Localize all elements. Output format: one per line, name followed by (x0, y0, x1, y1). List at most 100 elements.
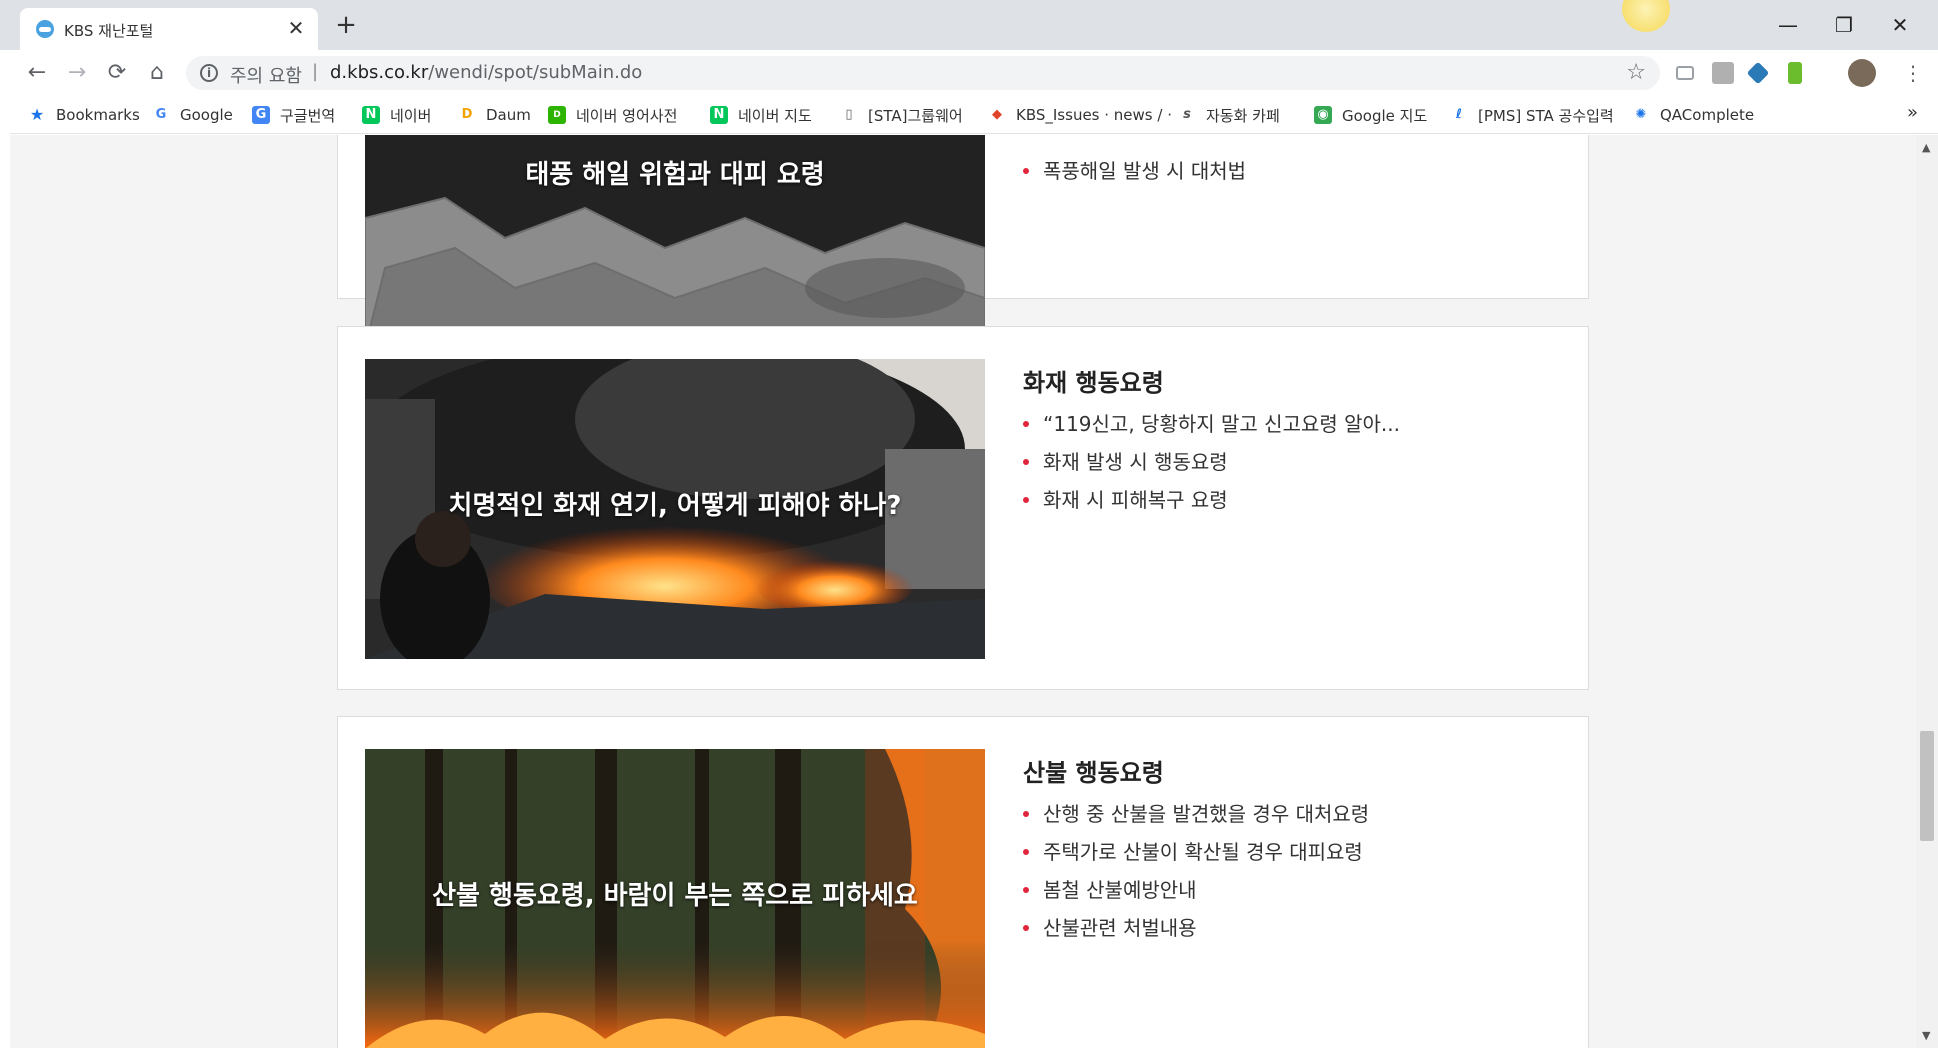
link-text[interactable]: 화재 시 피해복구 요령 (1043, 488, 1228, 512)
sun-decoration-icon (1622, 0, 1670, 32)
site-info-icon[interactable]: i (200, 64, 218, 82)
list-item[interactable]: “119신고, 당황하지 말고 신고요령 알아... (1023, 405, 1400, 443)
page-viewport: 태풍 해일 위험과 대피 요령 폭풍해일 발생 시 대처법 치명적인 화재 연기… (10, 135, 1916, 1048)
bookmark-star-icon[interactable]: ☆ (1626, 60, 1646, 85)
list-item[interactable]: 봄철 산불예방안내 (1023, 871, 1369, 909)
naver-icon: N (362, 106, 380, 124)
extension-arrows-icon[interactable] (1746, 61, 1770, 85)
omnibox-separator: | (312, 61, 319, 82)
bookmark-google[interactable]: G Google (152, 104, 233, 126)
home-button[interactable]: ⌂ (142, 58, 172, 88)
link-text[interactable]: 화재 발생 시 행동요령 (1043, 450, 1228, 474)
bookmark-sta-groupware[interactable]: ▯ [STA]그룹웨어 (840, 104, 963, 126)
scroll-down-arrow-icon[interactable]: ▼ (1922, 1029, 1930, 1042)
page-scrollbar[interactable]: ▲ ▼ (1916, 135, 1938, 1048)
pms-icon: ℓ (1455, 107, 1463, 122)
fire-card: 치명적인 화재 연기, 어떻게 피해야 하나? 화재 행동요령 “119신고, … (337, 326, 1589, 690)
bullet-icon (1023, 167, 1029, 174)
bookmark-label: 네이버 영어사전 (576, 106, 678, 125)
restore-button[interactable]: ❐ (1824, 10, 1864, 40)
bullet-icon (1023, 848, 1029, 855)
minimize-button[interactable]: — (1768, 10, 1808, 40)
scrollbar-thumb[interactable] (1920, 731, 1934, 841)
reload-button[interactable]: ⟳ (102, 58, 132, 88)
bookmark-label: Google (180, 106, 233, 124)
bookmark-kbs-issues[interactable]: ◆ KBS_Issues · news / · (988, 104, 1172, 126)
tab-strip: KBS 재난포털 ✕ + — ❐ ✕ (0, 0, 1938, 50)
fire-link-list: “119신고, 당황하지 말고 신고요령 알아... 화재 발생 시 행동요령 … (1023, 405, 1400, 519)
url-text[interactable]: d.kbs.co.kr/wendi/spot/subMain.do (330, 62, 642, 83)
typhoon-caption: 태풍 해일 위험과 대피 요령 (525, 160, 825, 190)
forward-button[interactable]: → (62, 58, 92, 88)
bookmark-naver-map[interactable]: N 네이버 지도 (710, 104, 812, 126)
forest-fire-link-list: 산행 중 산불을 발견했을 경우 대처요령 주택가로 산불이 확산될 경우 대피… (1023, 795, 1369, 947)
bookmark-pms[interactable]: ℓ [PMS] STA 공수입력 (1450, 104, 1614, 126)
back-button[interactable]: ← (22, 58, 52, 88)
list-item[interactable]: 산행 중 산불을 발견했을 경우 대처요령 (1023, 795, 1369, 833)
list-item[interactable]: 화재 시 피해복구 요령 (1023, 481, 1400, 519)
tab-close-icon[interactable]: ✕ (284, 16, 308, 40)
bookmark-google-translate[interactable]: G 구글번역 (252, 104, 335, 126)
bookmark-label: [STA]그룹웨어 (868, 106, 963, 125)
new-tab-button[interactable]: + (332, 12, 360, 40)
naver-dict-icon: D (548, 106, 566, 124)
bookmark-label: Daum (486, 106, 531, 124)
link-text[interactable]: 폭풍해일 발생 시 대처법 (1043, 159, 1246, 183)
typhoon-link-list: 폭풍해일 발생 시 대처법 (1023, 152, 1246, 190)
url-host: d.kbs.co.kr (330, 62, 429, 83)
forest-fire-card: 산불 행동요령, 바람이 부는 쪽으로 피하세요 산불 행동요령 산행 중 산불… (337, 716, 1589, 1048)
chrome-menu-icon[interactable]: ⋮ (1898, 58, 1928, 88)
link-text[interactable]: “119신고, 당황하지 말고 신고요령 알아... (1043, 412, 1400, 436)
bookmarks-bar: ★ Bookmarks G Google G 구글번역 N 네이버 D Daum D 네이버… (10, 96, 1938, 134)
close-window-button[interactable]: ✕ (1880, 10, 1920, 40)
bullet-icon (1023, 458, 1029, 465)
bookmark-label: [PMS] STA 공수입력 (1478, 106, 1614, 125)
bookmark-label: Bookmarks (56, 106, 140, 124)
bookmark-google-maps[interactable]: ◉ Google 지도 (1314, 104, 1427, 126)
page-icon: ▯ (845, 107, 853, 122)
forest-fire-heading[interactable]: 산불 행동요령 (1023, 753, 1164, 788)
security-warning-label[interactable]: 주의 요함 (230, 62, 302, 88)
naver-map-icon: N (710, 106, 728, 124)
forest-fire-thumbnail[interactable]: 산불 행동요령, 바람이 부는 쪽으로 피하세요 (365, 749, 985, 1048)
tab-title: KBS 재난포털 (64, 22, 154, 40)
bullet-icon (1023, 420, 1029, 427)
gitlab-icon: ◆ (992, 107, 1002, 122)
sta-icon: s (1183, 107, 1191, 122)
bookmark-qacomplete[interactable]: ✺ QAComplete (1632, 104, 1755, 126)
extension-screen-icon[interactable] (1676, 66, 1694, 80)
scroll-up-arrow-icon[interactable]: ▲ (1922, 141, 1930, 154)
tab-kbs-disaster-portal[interactable]: KBS 재난포털 ✕ (20, 8, 318, 50)
extension-green-icon[interactable] (1788, 62, 1802, 84)
list-item[interactable]: 주택가로 산불이 확산될 경우 대피요령 (1023, 833, 1369, 871)
bookmark-bookmarks[interactable]: ★ Bookmarks (28, 104, 140, 126)
google-translate-icon: G (252, 106, 270, 124)
fire-caption: 치명적인 화재 연기, 어떻게 피해야 하나? (448, 491, 902, 521)
profile-avatar-icon[interactable] (1848, 59, 1876, 87)
link-text[interactable]: 주택가로 산불이 확산될 경우 대피요령 (1043, 840, 1363, 864)
link-text[interactable]: 봄철 산불예방안내 (1043, 878, 1197, 902)
link-text[interactable]: 산행 중 산불을 발견했을 경우 대처요령 (1043, 802, 1369, 826)
fire-thumbnail[interactable]: 치명적인 화재 연기, 어떻게 피해야 하나? (365, 359, 985, 659)
bookmark-daum[interactable]: D Daum (458, 104, 531, 126)
forest-fire-caption: 산불 행동요령, 바람이 부는 쪽으로 피하세요 (432, 881, 918, 911)
star-icon: ★ (29, 105, 45, 124)
list-item[interactable]: 화재 발생 시 행동요령 (1023, 443, 1400, 481)
link-text[interactable]: 산불관련 처벌내용 (1043, 916, 1197, 940)
bookmark-label: QAComplete (1660, 106, 1755, 124)
bookmark-automation-cafe[interactable]: s 자동화 카페 (1178, 104, 1280, 126)
kbs-favicon-icon (36, 20, 54, 38)
bookmark-naver[interactable]: N 네이버 (362, 104, 431, 126)
bookmark-naver-dict[interactable]: D 네이버 영어사전 (548, 104, 677, 126)
list-item[interactable]: 산불관련 처벌내용 (1023, 909, 1369, 947)
google-maps-icon: ◉ (1314, 106, 1332, 124)
list-item[interactable]: 폭풍해일 발생 시 대처법 (1023, 152, 1246, 190)
bookmarks-overflow-button[interactable]: » (1907, 102, 1918, 123)
address-bar[interactable]: i 주의 요함 | d.kbs.co.kr/wendi/spot/subMain… (186, 56, 1660, 90)
bullet-icon (1023, 886, 1029, 893)
typhoon-thumbnail[interactable]: 태풍 해일 위험과 대피 요령 (365, 135, 985, 348)
extension-ex-icon[interactable] (1712, 62, 1734, 84)
fire-heading[interactable]: 화재 행동요령 (1023, 363, 1164, 398)
browser-window: KBS 재난포털 ✕ + — ❐ ✕ ← → ⟳ ⌂ i 주의 요함 | d.k… (0, 0, 1938, 1048)
google-icon: G (155, 107, 167, 122)
